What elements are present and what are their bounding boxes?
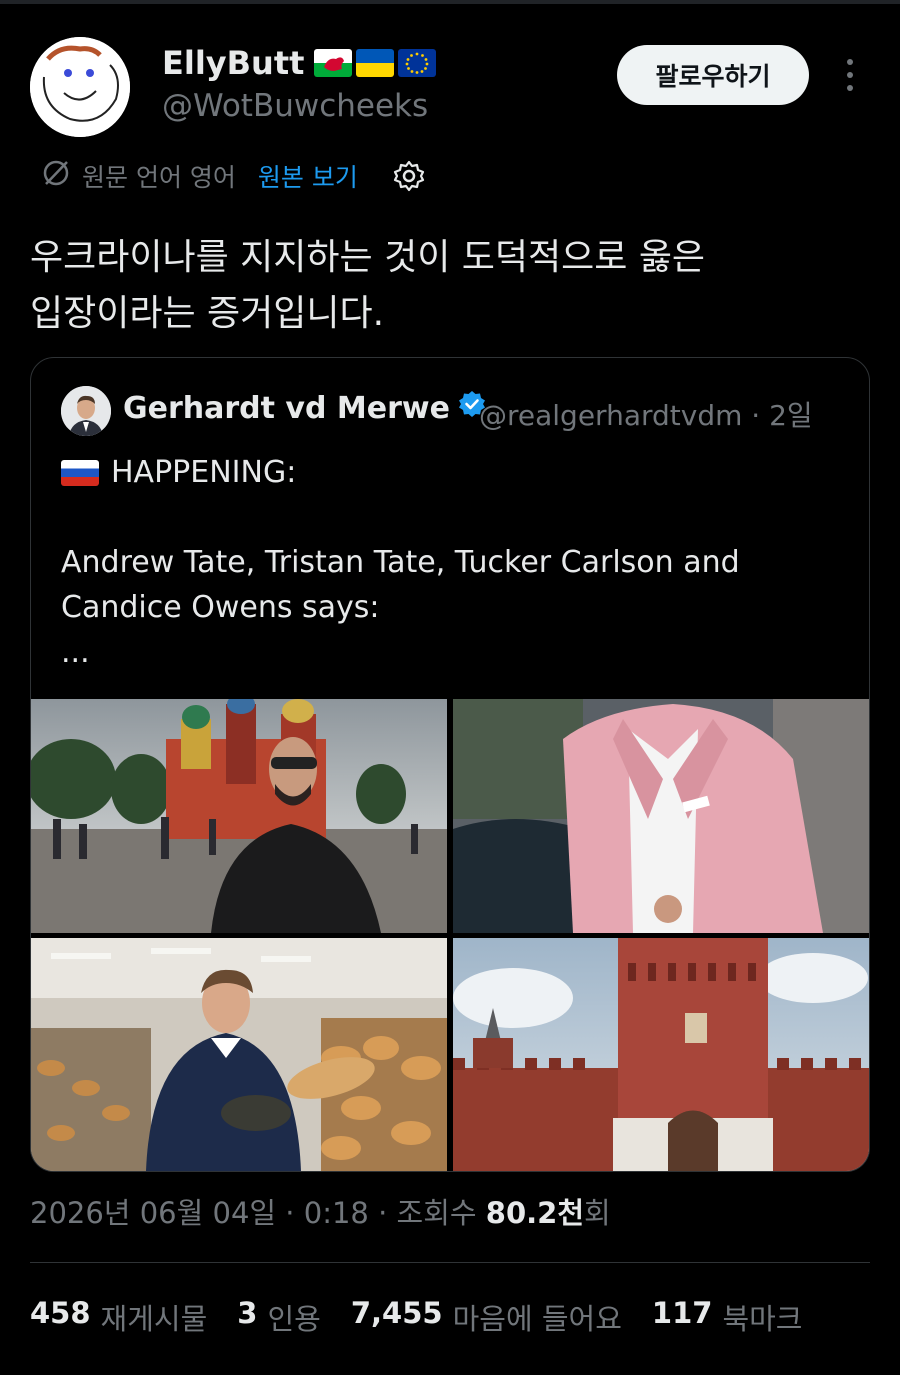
ukraine-flag-icon bbox=[356, 49, 395, 77]
quoted-author-name-row[interactable]: Gerhardt vd Merwe bbox=[123, 390, 486, 426]
gear-icon[interactable] bbox=[392, 159, 426, 193]
russia-flag-icon bbox=[61, 459, 99, 486]
quoted-text-line: Andrew Tate, Tristan Tate, Tucker Carlso… bbox=[61, 545, 740, 580]
engagement-stats: 458 재게시물 3 인용 7,455 마음에 들어요 117 북마크 bbox=[30, 1296, 802, 1338]
show-original-link[interactable]: 원본 보기 bbox=[258, 158, 358, 194]
quoted-author-name[interactable]: Gerhardt vd Merwe bbox=[123, 391, 450, 426]
stats-divider bbox=[30, 1262, 870, 1263]
author-avatar[interactable] bbox=[30, 37, 130, 137]
author-handle[interactable]: @WotBuwcheeks bbox=[162, 88, 428, 124]
happening-label: HAPPENING: bbox=[111, 455, 297, 490]
likes-stat[interactable]: 7,455 마음에 들어요 bbox=[351, 1296, 622, 1338]
tweet-text: 우크라이나를 지지하는 것이 도덕적으로 옳은 입장이라는 증거입니다. bbox=[30, 230, 870, 342]
reposts-count: 458 bbox=[30, 1296, 91, 1330]
translation-bar: 원문 언어 영어 원본 보기 bbox=[40, 154, 426, 198]
media-grid bbox=[31, 699, 869, 1171]
tweet-timestamp[interactable]: 2026년 06월 04일 · 0:18 · 조회수 80.2천회 bbox=[30, 1190, 611, 1232]
bookmarks-count: 117 bbox=[651, 1296, 713, 1330]
bookmarks-stat[interactable]: 117 북마크 bbox=[652, 1296, 803, 1338]
bookmarks-label: 북마크 bbox=[722, 1302, 803, 1336]
quoted-author-avatar[interactable] bbox=[61, 386, 111, 436]
quoted-author-handle[interactable]: @realgerhardtvdm bbox=[479, 399, 742, 432]
author-display-name[interactable]: EllyButt bbox=[162, 44, 304, 82]
translate-icon bbox=[40, 157, 72, 195]
quoted-text-line: Candice Owens says: bbox=[61, 590, 380, 625]
flag-emojis bbox=[314, 49, 437, 77]
eu-flag-icon bbox=[398, 49, 437, 77]
quoted-tweet-card[interactable]: Gerhardt vd Merwe @realgerhardtvdm · 2일 … bbox=[30, 357, 870, 1172]
tweet-text-line: 입장이라는 증거입니다. bbox=[30, 293, 385, 334]
tweet-datetime[interactable]: 2026년 06월 04일 · 0:18 · 조회수 bbox=[30, 1196, 486, 1230]
photo-bakery[interactable] bbox=[31, 938, 447, 1171]
author-name-row[interactable]: EllyButt bbox=[162, 44, 437, 82]
quotes-stat[interactable]: 3 인용 bbox=[237, 1296, 321, 1338]
top-divider bbox=[0, 0, 900, 4]
quoted-tweet-time[interactable]: · 2일 bbox=[751, 399, 812, 432]
photo-red-square[interactable] bbox=[31, 699, 447, 933]
photo-pink-suit[interactable] bbox=[453, 699, 869, 933]
follow-button[interactable]: 팔로우하기 bbox=[617, 45, 809, 105]
translation-language-label: 원문 언어 영어 bbox=[82, 163, 236, 192]
view-count: 80.2천 bbox=[485, 1196, 585, 1230]
likes-count: 7,455 bbox=[350, 1296, 443, 1330]
happening-line: HAPPENING: bbox=[61, 450, 851, 495]
quotes-label: 인용 bbox=[267, 1302, 321, 1336]
likes-label: 마음에 들어요 bbox=[452, 1302, 622, 1336]
quoted-text-ellipsis: ... bbox=[61, 635, 90, 670]
wales-flag-icon bbox=[314, 49, 353, 77]
more-options-icon[interactable] bbox=[832, 55, 868, 95]
photo-kremlin-tower[interactable] bbox=[453, 938, 869, 1171]
quoted-author-meta: @realgerhardtvdm · 2일 bbox=[479, 394, 813, 434]
tweet-text-line: 우크라이나를 지지하는 것이 도덕적으로 옳은 bbox=[30, 237, 706, 278]
view-count-suffix: 회 bbox=[584, 1196, 611, 1230]
quoted-tweet-text: HAPPENING: Andrew Tate, Tristan Tate, Tu… bbox=[61, 450, 851, 675]
quotes-count: 3 bbox=[237, 1296, 258, 1330]
reposts-stat[interactable]: 458 재게시물 bbox=[30, 1296, 207, 1338]
reposts-label: 재게시물 bbox=[100, 1302, 208, 1336]
